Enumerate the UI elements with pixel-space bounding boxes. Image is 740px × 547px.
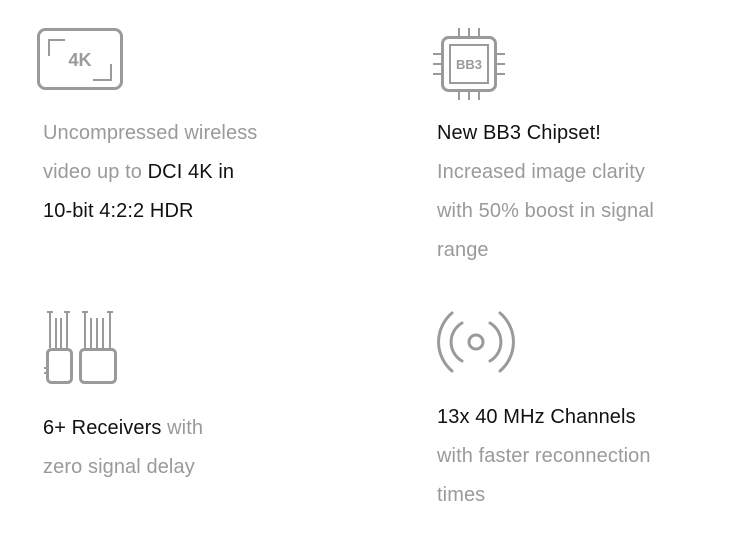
line: with 50% boost in signal <box>437 200 654 222</box>
line: 6+ Receivers with <box>43 417 204 439</box>
receivers-icon <box>44 311 117 384</box>
line: video up to DCI 4K in <box>43 161 235 183</box>
line: 13x 40 MHz Channels <box>437 406 636 428</box>
line: zero signal delay <box>43 456 195 478</box>
chipset-icon-label: BB3 <box>456 57 482 72</box>
line: Uncompressed wireless <box>43 122 258 144</box>
line: times <box>437 484 486 506</box>
feature-channels-description: 13x 40 MHz Channels with faster reconnec… <box>437 398 651 515</box>
feature-bb3-description: New BB3 Chipset! Increased image clarity… <box>437 114 654 270</box>
line: 10-bit 4:2:2 HDR <box>43 200 194 222</box>
4k-icon-label: 4K <box>68 50 91 70</box>
4k-display-icon: 4K <box>37 28 123 90</box>
wireless-signal-icon <box>437 311 515 373</box>
line: New BB3 Chipset! <box>437 122 601 144</box>
line: range <box>437 239 489 261</box>
feature-4k-description: Uncompressed wireless video up to DCI 4K… <box>43 114 257 231</box>
line: Increased image clarity <box>437 161 645 183</box>
line: with faster reconnection <box>437 445 651 467</box>
chipset-icon: BB3 <box>433 28 505 100</box>
feature-receivers-description: 6+ Receivers with zero signal delay <box>43 409 203 487</box>
